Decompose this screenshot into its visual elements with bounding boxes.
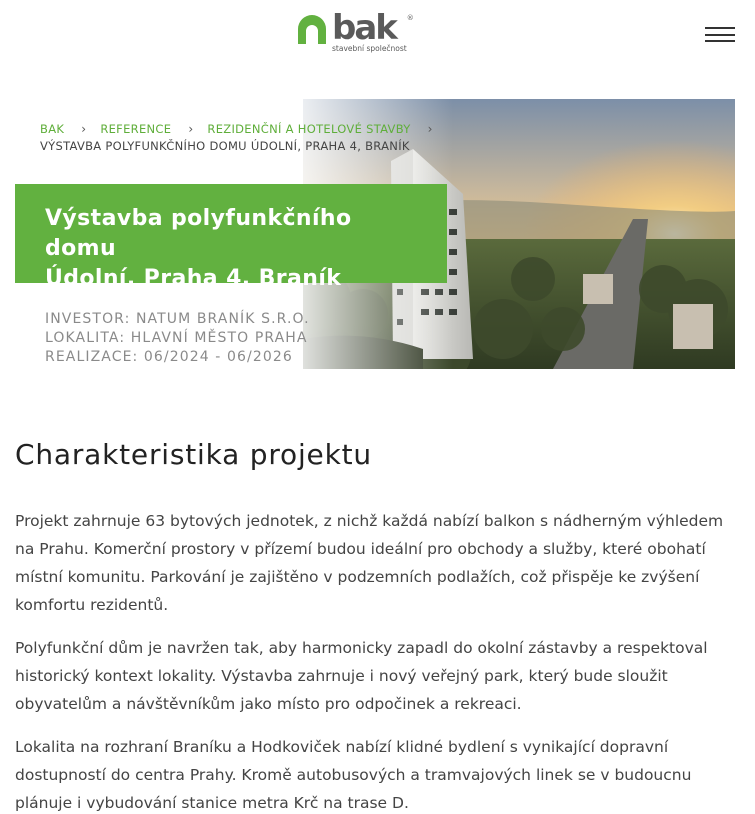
- breadcrumb: BAK › REFERENCE › REZIDENČNÍ A HOTELOVÉ …: [40, 121, 440, 155]
- breadcrumb-link-residential[interactable]: REZIDENČNÍ A HOTELOVÉ STAVBY: [207, 121, 410, 138]
- breadcrumb-current: VÝSTAVBA POLYFUNKČNÍHO DOMU ÚDOLNÍ, PRAH…: [40, 139, 410, 153]
- chevron-right-icon: ›: [427, 122, 433, 136]
- project-meta: INVESTOR: NATUM BRANÍK S.R.O. LOKALITA: …: [45, 310, 310, 367]
- logo-wordmark: bak: [332, 8, 398, 48]
- realization-info: REALIZACE: 06/2024 - 06/2026: [45, 349, 293, 365]
- logo-tagline: stavební společnost: [332, 44, 407, 53]
- site-header: bak ® stavební společnost: [0, 0, 755, 70]
- breadcrumb-link-bak[interactable]: BAK: [40, 121, 64, 138]
- page-title: Výstavba polyfunkčního domu Údolní, Prah…: [45, 206, 352, 291]
- paragraph: Polyfunkční dům je navržen tak, aby harm…: [15, 639, 708, 713]
- paragraph: Projekt zahrnuje 63 bytových jednotek, z…: [15, 512, 724, 614]
- paragraph: Lokalita na rozhraní Braníku a Hodkoviče…: [15, 738, 692, 812]
- page-title-box: Výstavba polyfunkčního domu Údolní, Prah…: [15, 184, 447, 291]
- breadcrumb-link-reference[interactable]: REFERENCE: [100, 121, 171, 138]
- hamburger-menu-icon[interactable]: [705, 27, 735, 43]
- section-title: Charakteristika projektu: [15, 438, 372, 471]
- company-logo[interactable]: bak ® stavební společnost: [296, 8, 414, 53]
- chevron-right-icon: ›: [81, 122, 87, 136]
- location-info: LOKALITA: HLAVNÍ MĚSTO PRAHA: [45, 330, 308, 346]
- logo-registered-mark: ®: [406, 14, 414, 22]
- house-arch-logo-icon: [298, 15, 326, 44]
- investor-info: INVESTOR: NATUM BRANÍK S.R.O.: [45, 311, 310, 327]
- chevron-right-icon: ›: [188, 122, 194, 136]
